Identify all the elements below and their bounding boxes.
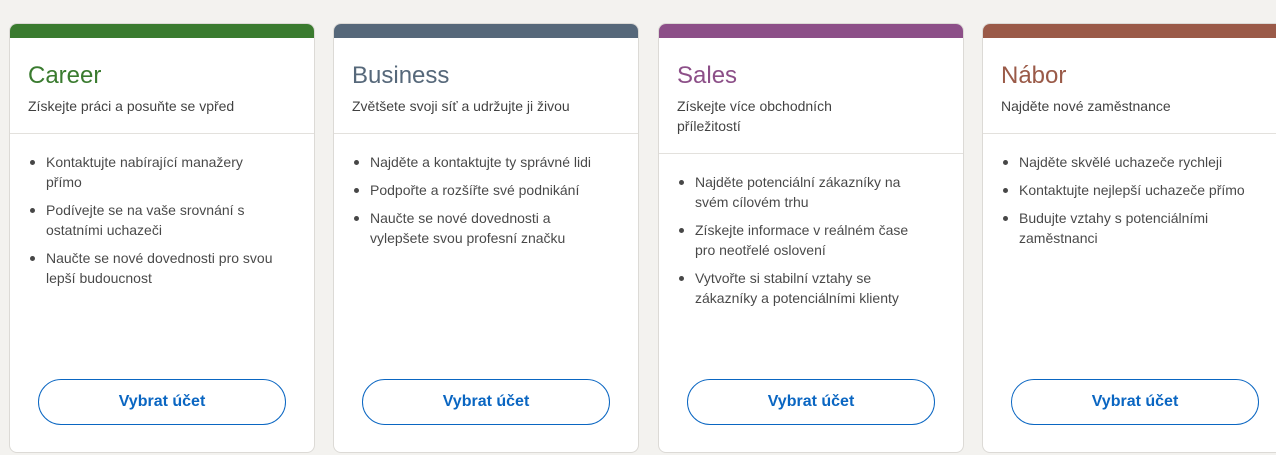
list-item: Podívejte se na vaše srovnání s ostatním… [28,200,276,240]
bullet-dot-icon [1003,216,1008,221]
list-item: Získejte informace v reálném čase pro ne… [677,220,925,260]
list-item-text: Najděte a kontaktujte ty správné lidi [370,154,592,170]
list-item: Najděte potenciální zákazníky na svém cí… [677,172,925,212]
card-subtitle: Najděte nové zaměstnance [1001,98,1171,114]
card-business: Business Zvětšete svoji síť a udržujte j… [333,23,639,453]
bullet-dot-icon [30,256,35,261]
benefit-list: Najděte a kontaktujte ty správné lidi Po… [334,134,638,248]
list-item-text: Kontaktujte nabírající manažery přímo [46,154,243,190]
bullet-dot-icon [30,208,35,213]
list-item: Naučte se nové dovednosti pro svou lepší… [28,248,276,288]
list-item: Kontaktujte nejlepší uchazeče přímo [1001,180,1249,200]
bullet-dot-icon [1003,160,1008,165]
bullet-dot-icon [679,276,684,281]
select-account-button[interactable]: Vybrat účet [687,379,935,425]
card-subtitle: Zvětšete svoji síť a udržujte ji živou [352,98,570,114]
list-item: Budujte vztahy s potenciálními zaměstnan… [1001,208,1249,248]
bullet-dot-icon [679,228,684,233]
select-account-button[interactable]: Vybrat účet [38,379,286,425]
list-item-text: Podívejte se na vaše srovnání s ostatním… [46,202,245,238]
bullet-dot-icon [354,160,359,165]
bullet-dot-icon [679,180,684,185]
list-item-text: Podpořte a rozšířte své podnikání [370,182,580,198]
card-header: Nábor Najděte nové zaměstnance [983,38,1276,134]
list-item-text: Získejte informace v reálném čase pro ne… [695,222,909,258]
bullet-dot-icon [1003,188,1008,193]
account-type-cards: Career Získejte práci a posuňte se vpřed… [0,0,1276,455]
card-title: Business [352,62,450,89]
card-subtitle: Získejte více obchodních příležitostí [677,98,832,134]
card-title: Sales [677,62,738,89]
benefit-list: Kontaktujte nabírající manažery přímo Po… [10,134,314,288]
card-header: Business Zvětšete svoji síť a udržujte j… [334,38,638,134]
bullet-dot-icon [30,160,35,165]
card-title: Nábor [1001,62,1067,89]
card-header: Sales Získejte více obchodních příležito… [659,38,963,154]
list-item: Najděte skvělé uchazeče rychleji [1001,152,1249,172]
card-accent-bar [334,24,638,38]
card-header: Career Získejte práci a posuňte se vpřed [10,38,314,134]
list-item-text: Naučte se nové dovednosti pro svou lepší… [46,250,273,286]
list-item: Naučte se nové dovednosti a vylepšete sv… [352,208,600,248]
card-accent-bar [659,24,963,38]
list-item-text: Budujte vztahy s potenciálními zaměstnan… [1019,210,1209,246]
list-item-text: Naučte se nové dovednosti a vylepšete sv… [370,210,566,246]
benefit-list: Najděte skvělé uchazeče rychleji Kontakt… [983,134,1276,248]
bullet-dot-icon [354,216,359,221]
bullet-dot-icon [354,188,359,193]
list-item: Vytvořte si stabilní vztahy se zákazníky… [677,268,925,308]
card-sales: Sales Získejte více obchodních příležito… [658,23,964,453]
card-accent-bar [983,24,1276,38]
list-item: Najděte a kontaktujte ty správné lidi [352,152,600,172]
benefit-list: Najděte potenciální zákazníky na svém cí… [659,154,963,308]
select-account-button[interactable]: Vybrat účet [1011,379,1259,425]
select-account-button[interactable]: Vybrat účet [362,379,610,425]
card-title: Career [28,62,102,89]
card-accent-bar [10,24,314,38]
card-nabor: Nábor Najděte nové zaměstnance Najděte s… [982,23,1276,453]
card-subtitle: Získejte práci a posuňte se vpřed [28,98,235,114]
list-item-text: Najděte skvělé uchazeče rychleji [1019,154,1223,170]
list-item-text: Kontaktujte nejlepší uchazeče přímo [1019,182,1245,198]
list-item: Kontaktujte nabírající manažery přímo [28,152,276,192]
card-career: Career Získejte práci a posuňte se vpřed… [9,23,315,453]
list-item-text: Vytvořte si stabilní vztahy se zákazníky… [695,270,899,306]
list-item: Podpořte a rozšířte své podnikání [352,180,600,200]
list-item-text: Najděte potenciální zákazníky na svém cí… [695,174,901,210]
